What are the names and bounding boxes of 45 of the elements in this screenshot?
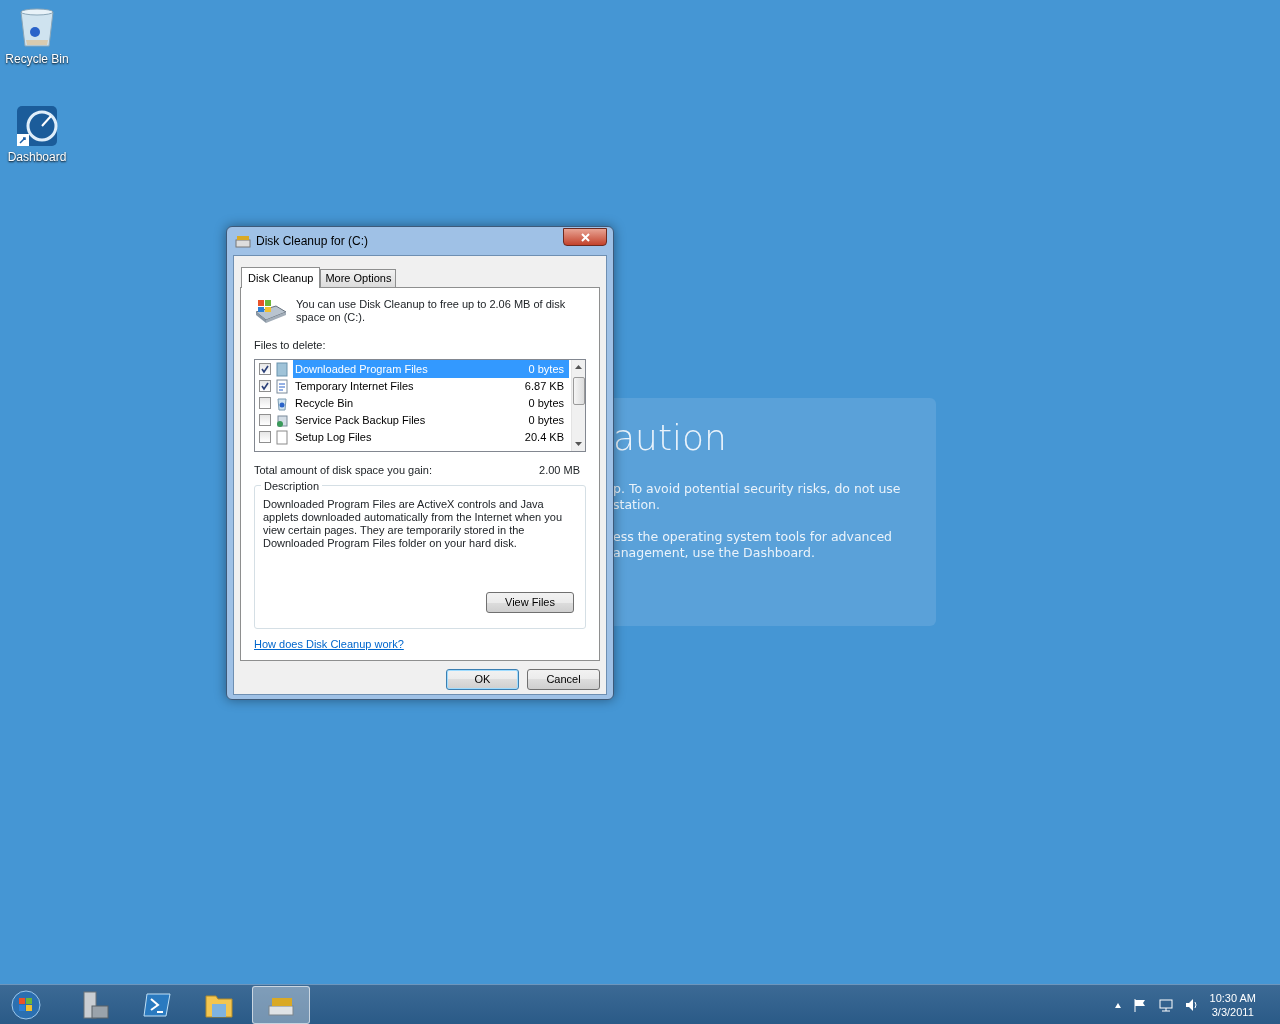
ok-button[interactable]: OK — [446, 669, 519, 690]
close-button[interactable] — [563, 228, 607, 246]
tab[interactable]: Disk Cleanup — [241, 267, 321, 288]
file-icon — [275, 361, 289, 377]
checkbox[interactable] — [259, 414, 271, 426]
panel-text: p. To avoid potential security risks, do not use — [613, 481, 902, 498]
checkbox[interactable] — [259, 363, 271, 375]
checkbox[interactable] — [259, 380, 271, 392]
description-text: Downloaded Program Files are ActiveX controls and Java applets downloaded automatically from the Internet when you view certain pages. They are temporarily stored in the Downloaded Program Files folder on your hard disk. — [263, 498, 563, 550]
disk-cleanup-icon — [254, 298, 288, 324]
network-icon — [1157, 996, 1174, 1013]
file-icon — [275, 412, 289, 428]
help-link[interactable]: How does Disk Cleanup work? — [254, 636, 404, 653]
gauge-icon — [15, 104, 59, 148]
clock-date: 3/3/2011 — [1211, 1004, 1254, 1019]
view-files-button[interactable]: View Files — [486, 592, 574, 613]
flag-icon — [1131, 996, 1148, 1013]
file-icon — [275, 378, 289, 394]
window-title: Disk Cleanup for (C:) — [256, 233, 369, 250]
server-icon — [80, 989, 110, 1020]
taskbar-button[interactable] — [252, 985, 310, 1024]
file-list-item[interactable]: Setup Log Files 20.4 KB — [293, 427, 569, 447]
file-list-item[interactable]: Service Pack Backup Files 0 bytes — [293, 410, 569, 430]
scrollbar[interactable] — [571, 359, 585, 451]
cancel-button[interactable]: Cancel — [527, 669, 600, 690]
checkbox[interactable] — [259, 431, 271, 443]
total-value: 2.00 MB — [539, 462, 580, 478]
tab[interactable]: More Options — [320, 269, 397, 287]
file-list-item[interactable]: Temporary Internet Files 6.87 KB — [293, 376, 569, 396]
start-orb-icon — [11, 989, 41, 1020]
checkbox[interactable] — [259, 397, 271, 409]
panel-text: station. — [613, 497, 661, 514]
file-icon — [275, 395, 289, 411]
drive-icon — [235, 234, 251, 248]
panel-text: ess the operating system tools for advanced — [613, 529, 893, 546]
panel-text: anagement, use the Dashboard. — [613, 545, 816, 562]
file-icon — [275, 429, 289, 445]
total-label: Total amount of disk space you gain: — [254, 462, 432, 478]
intro-text: You can use Disk Cleanup to free up to 2.06 MB of disk space on (C:). — [296, 298, 566, 324]
clock-time: 10:30 AM — [1209, 990, 1256, 1005]
panel-title: aution — [613, 416, 728, 460]
files-label: Files to delete: — [254, 338, 327, 353]
file-list-item[interactable]: Recycle Bin 0 bytes — [293, 393, 569, 413]
scroll-thumb[interactable] — [572, 376, 585, 405]
close-icon — [580, 233, 590, 243]
